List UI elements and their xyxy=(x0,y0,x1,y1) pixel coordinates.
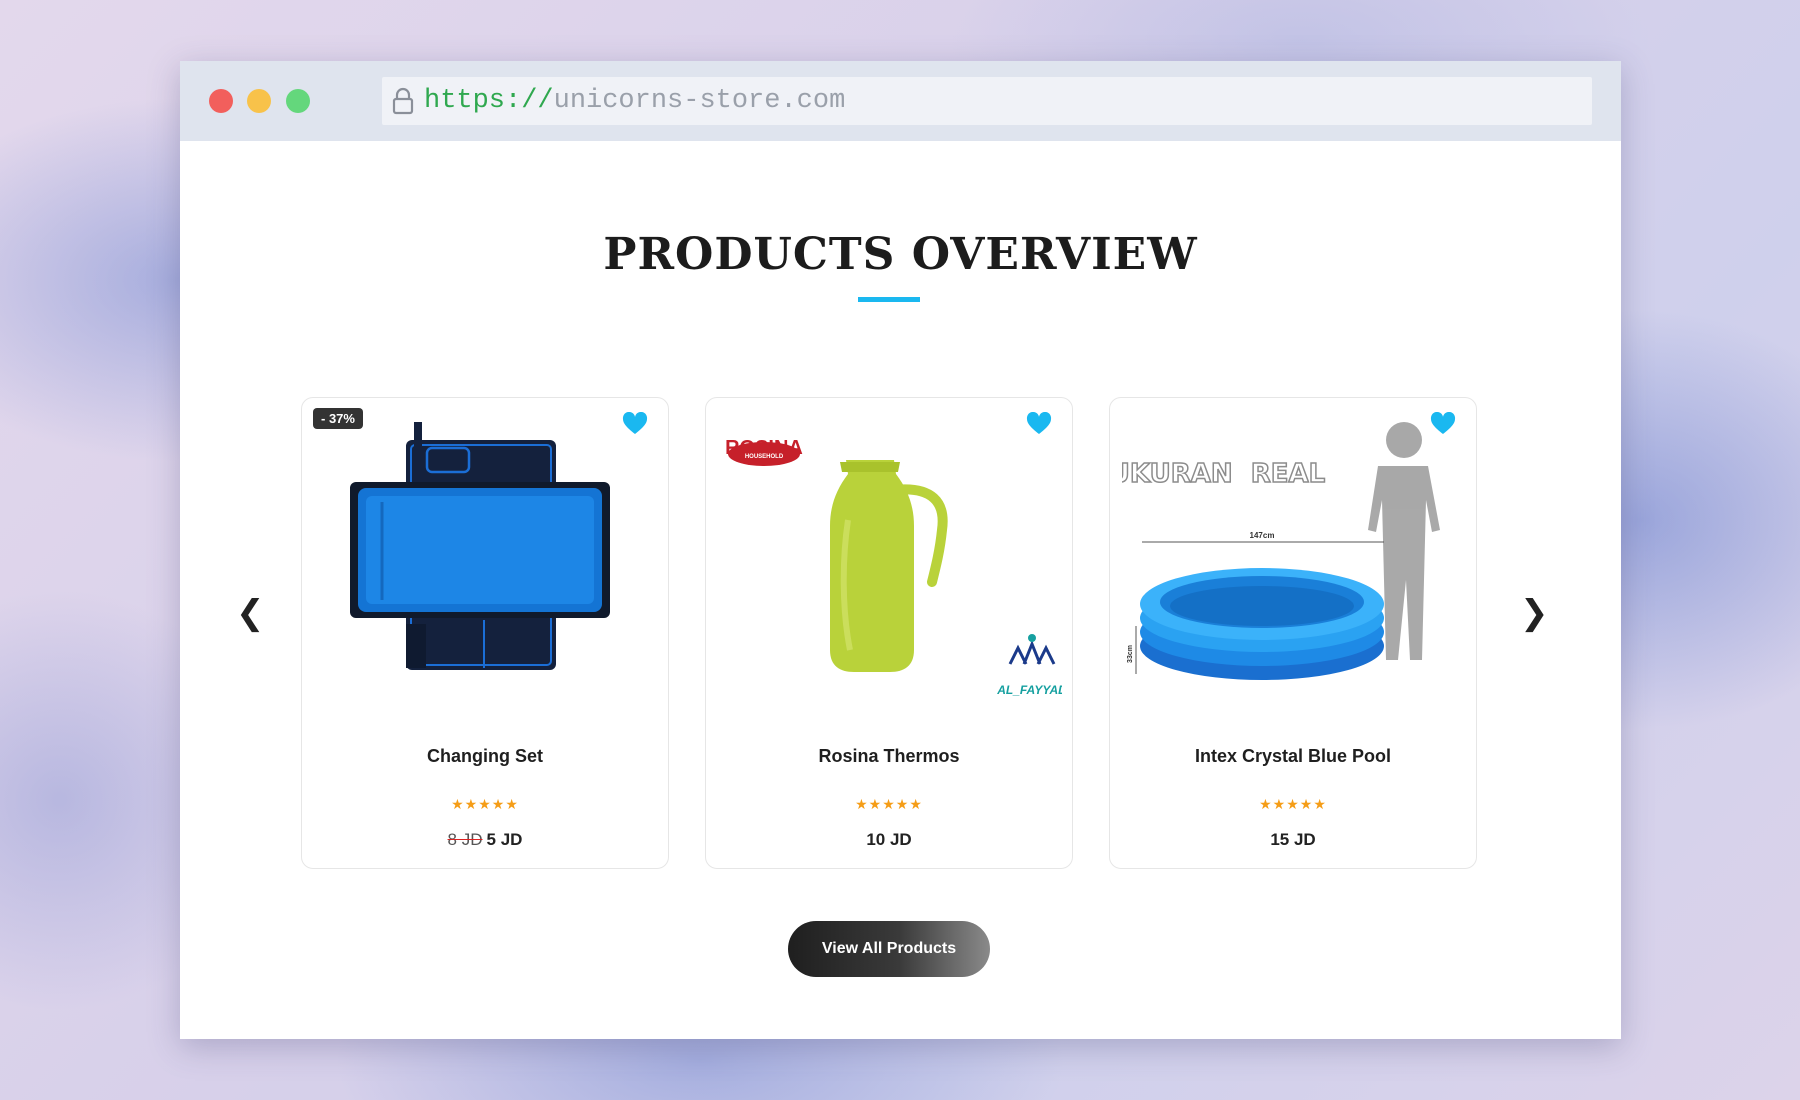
lock-icon xyxy=(392,87,414,115)
window-maximize-button[interactable] xyxy=(286,89,310,113)
browser-titlebar: https://unicorns-store.com xyxy=(180,61,1621,141)
product-price: 15 JD xyxy=(1270,830,1316,849)
product-image-intex-pool[interactable]: UKURAN REAL 147cm 33cm xyxy=(1122,410,1466,710)
product-card[interactable]: UKURAN REAL 147cm 33cm Intex Crystal Blu… xyxy=(1109,397,1477,869)
address-bar[interactable]: https://unicorns-store.com xyxy=(382,77,1592,125)
url-scheme: https:// xyxy=(424,86,554,116)
heart-icon[interactable] xyxy=(622,412,648,436)
section-title: PRODUCTS OVERVIEW xyxy=(603,229,1198,280)
rating-stars: ★★★★★ xyxy=(451,796,519,812)
product-card[interactable]: - 37% Changing Set ★★★★★ 8 JD 5 JD xyxy=(301,397,669,869)
heart-icon[interactable] xyxy=(1430,412,1456,436)
view-all-products-button[interactable]: View All Products xyxy=(788,921,990,977)
window-close-button[interactable] xyxy=(209,89,233,113)
heart-icon[interactable] xyxy=(1026,412,1052,436)
title-underline xyxy=(858,297,920,302)
rating-stars: ★★★★★ xyxy=(1259,796,1327,812)
carousel-prev-arrow[interactable]: ❮ xyxy=(236,596,265,630)
url-host: unicorns-store.com xyxy=(553,86,846,116)
browser-window: https://unicorns-store.com PRODUCTS OVER… xyxy=(180,61,1621,1039)
pool-width-label: 147cm xyxy=(1250,531,1275,540)
product-card[interactable]: ROSINA HOUSEHOLD AL_FAYYAD Rosina Thermo… xyxy=(705,397,1073,869)
product-name[interactable]: Intex Crystal Blue Pool xyxy=(1110,746,1476,767)
product-price: 10 JD xyxy=(866,830,912,849)
product-image-rosina-thermos[interactable]: ROSINA HOUSEHOLD AL_FAYYAD xyxy=(718,410,1062,710)
brand-logo-subtext: HOUSEHOLD xyxy=(745,454,784,460)
old-price: 8 JD xyxy=(447,830,483,849)
current-price: 5 JD xyxy=(486,830,523,849)
image-watermark-text: AL_FAYYAD xyxy=(996,683,1062,697)
discount-badge: - 37% xyxy=(313,408,363,429)
window-minimize-button[interactable] xyxy=(247,89,271,113)
product-name[interactable]: Rosina Thermos xyxy=(706,746,1072,767)
product-name[interactable]: Changing Set xyxy=(302,746,668,767)
product-price: 8 JD 5 JD xyxy=(302,830,668,850)
pool-height-label: 33cm xyxy=(1127,645,1134,663)
product-image-changing-set[interactable] xyxy=(314,410,658,710)
carousel-next-arrow[interactable]: ❯ xyxy=(1520,596,1549,630)
rating-stars: ★★★★★ xyxy=(855,796,923,812)
image-caption-text: UKURAN REAL xyxy=(1122,459,1325,489)
page-content: PRODUCTS OVERVIEW ❮ ❯ - 37% Changing Set… xyxy=(180,141,1621,1039)
